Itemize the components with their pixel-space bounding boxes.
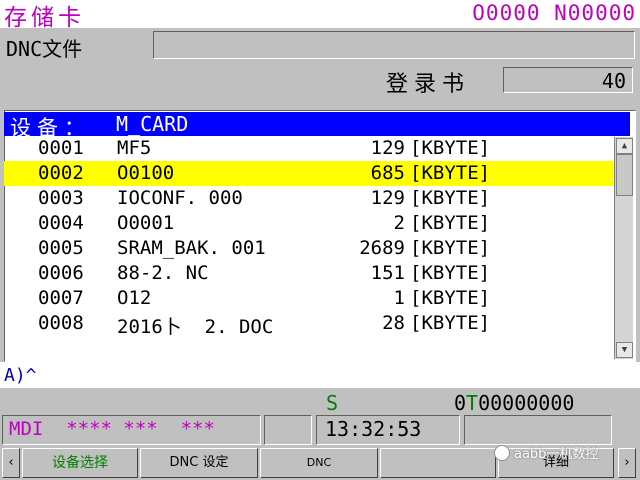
clock-cell: 13:32:53 <box>316 415 460 445</box>
registered-count-label: 登录书 <box>386 72 471 97</box>
file-row-selected[interactable]: 0002 O0100 685 [KBYTE] <box>4 161 613 186</box>
wechat-icon <box>494 445 510 461</box>
softkey-dnc[interactable]: DNC <box>260 448 378 478</box>
file-name: O0001 <box>117 212 175 234</box>
scroll-up-icon[interactable]: ▲ <box>616 138 633 154</box>
file-row[interactable]: 0007 O12 1 [KBYTE] <box>4 286 613 311</box>
file-number: 0005 <box>38 237 84 259</box>
scroll-down-icon[interactable]: ▼ <box>616 342 633 358</box>
file-size-unit: [KBYTE] <box>410 162 491 184</box>
file-size-unit: [KBYTE] <box>410 312 491 334</box>
file-list-scrollbar[interactable]: ▲ ▼ <box>614 137 633 359</box>
program-number: O0000 N00000 <box>472 1 636 25</box>
tool-label: T <box>466 391 479 415</box>
file-size: 1 <box>393 287 405 309</box>
file-name: 88-2. NC <box>117 262 209 284</box>
registered-count-value: 40 <box>601 69 626 93</box>
dnc-file-field[interactable] <box>153 31 635 59</box>
file-size-unit: [KBYTE] <box>410 287 491 309</box>
scroll-thumb[interactable] <box>616 154 633 196</box>
softkey-device-select[interactable]: 设备选择 <box>22 448 138 478</box>
file-number: 0004 <box>38 212 84 234</box>
file-row[interactable]: 0004 O0001 2 [KBYTE] <box>4 211 613 236</box>
input-prompt: A)^ <box>4 365 37 386</box>
file-size: 151 <box>370 262 405 284</box>
dnc-file-label: DNC文件 <box>6 37 83 61</box>
file-name: 2016卜 2. DOC <box>117 316 274 338</box>
file-name: O0100 <box>117 162 175 184</box>
file-size-unit: [KBYTE] <box>410 137 491 159</box>
title-bar: 存储卡 O0000 N00000 <box>0 0 640 31</box>
file-number: 0008 <box>38 312 84 334</box>
file-row[interactable]: 0006 88-2. NC 151 [KBYTE] <box>4 261 613 286</box>
file-number: 0006 <box>38 262 84 284</box>
file-size-unit: [KBYTE] <box>410 237 491 259</box>
file-number: 0007 <box>38 287 84 309</box>
spindle-label: S <box>326 391 339 415</box>
softkey-prev-arrow[interactable]: ‹ <box>2 448 20 478</box>
device-value: M_CARD <box>116 112 189 136</box>
device-header: 设备： M_CARD <box>4 112 630 140</box>
file-row[interactable]: 0008 2016卜 2. DOC 28 [KBYTE] <box>4 311 613 338</box>
softkey-blank[interactable] <box>380 448 496 478</box>
tool-readout: 0T00000000 <box>454 391 574 415</box>
file-row[interactable]: 0005 SRAM_BAK. 001 2689 [KBYTE] <box>4 236 613 261</box>
file-size-unit: [KBYTE] <box>410 262 491 284</box>
file-number: 0001 <box>38 137 84 159</box>
watermark: aabb一机数控 <box>494 443 598 462</box>
file-size: 2689 <box>359 237 405 259</box>
file-name: SRAM_BAK. 001 <box>117 237 266 259</box>
status-cell-empty <box>464 415 612 445</box>
watermark-text: aabb一机数控 <box>514 447 599 462</box>
softkey-next-arrow[interactable]: › <box>618 448 636 478</box>
tool-prefix: 0 <box>454 391 467 415</box>
mode-status: MDI **** *** *** <box>9 418 215 440</box>
file-number: 0003 <box>38 187 84 209</box>
file-name: MF5 <box>117 137 152 159</box>
file-size: 28 <box>382 312 405 334</box>
status-cell-empty <box>264 415 312 445</box>
file-size: 129 <box>370 187 405 209</box>
file-list: 0001 MF5 129 [KBYTE] 0002 O0100 685 [KBY… <box>4 136 613 338</box>
file-size: 2 <box>393 212 405 234</box>
file-row[interactable]: 0003 IOCONF. 000 129 [KBYTE] <box>4 186 613 211</box>
tool-value: 00000000 <box>478 391 575 415</box>
file-size-unit: [KBYTE] <box>410 187 491 209</box>
clock-time: 13:32:53 <box>325 417 422 441</box>
file-size: 129 <box>370 137 405 159</box>
key-input-line[interactable]: A)^ <box>0 362 640 388</box>
registered-count-field: 40 <box>503 67 633 93</box>
mode-status-cell: MDI **** *** *** <box>2 415 261 445</box>
file-size: 685 <box>370 162 405 184</box>
file-size-unit: [KBYTE] <box>410 212 491 234</box>
file-number: 0002 <box>38 162 84 184</box>
softkey-dnc-settings[interactable]: DNC 设定 <box>140 448 258 478</box>
file-name: IOCONF. 000 <box>117 187 243 209</box>
file-row[interactable]: 0001 MF5 129 [KBYTE] <box>4 136 613 161</box>
file-name: O12 <box>117 287 152 309</box>
